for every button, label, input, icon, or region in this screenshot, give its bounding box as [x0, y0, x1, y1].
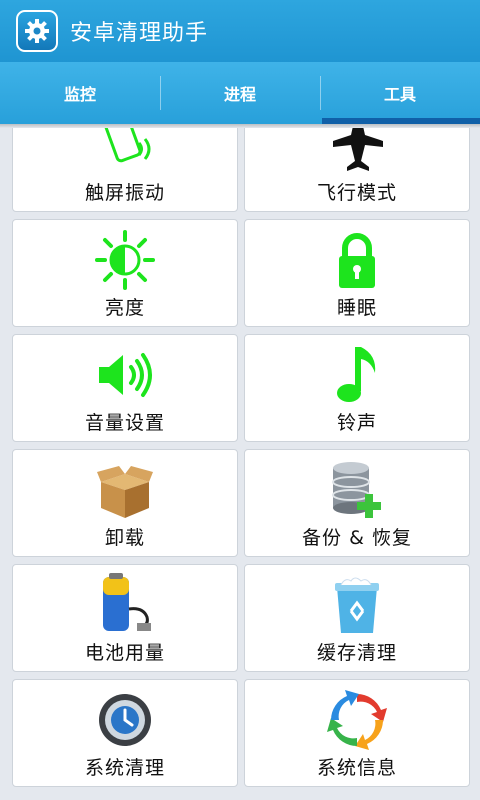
- tool-volume[interactable]: 音量设置: [12, 334, 238, 442]
- tool-label: 音量设置: [84, 412, 165, 434]
- refresh-icon: [325, 688, 389, 752]
- phone-vibrate-icon: [93, 128, 157, 177]
- tool-touch-vibration[interactable]: 触屏振动: [12, 128, 238, 212]
- tool-brightness[interactable]: 亮度: [12, 219, 238, 327]
- speaker-icon: [93, 343, 157, 407]
- tab-tools[interactable]: 工具: [320, 62, 480, 124]
- title-bar: 安卓清理助手: [0, 0, 480, 62]
- tool-label: 卸载: [104, 527, 145, 549]
- tool-ringtone[interactable]: 铃声: [244, 334, 470, 442]
- tab-monitor[interactable]: 监控: [0, 62, 160, 124]
- tool-battery-usage[interactable]: 电池用量: [12, 564, 238, 672]
- tool-uninstall[interactable]: 卸载: [12, 449, 238, 557]
- music-note-icon: [325, 343, 389, 407]
- tools-grid: 触屏振动 飞行模式 亮度 睡眠 音量设置 铃声 卸载 备份 & 恢复 电池用量 …: [0, 128, 480, 800]
- lock-icon: [325, 228, 389, 292]
- gear-icon: [16, 10, 58, 52]
- database-plus-icon: [325, 458, 389, 522]
- tool-label: 睡眠: [336, 297, 377, 319]
- tool-cache-clean[interactable]: 缓存清理: [244, 564, 470, 672]
- tool-system-clean[interactable]: 系统清理: [12, 679, 238, 787]
- tab-process[interactable]: 进程: [160, 62, 320, 124]
- tool-label: 备份 & 恢复: [302, 527, 412, 549]
- recycle-bin-icon: [325, 573, 389, 637]
- tool-label: 缓存清理: [316, 642, 397, 664]
- tab-bar: 监控 进程 工具: [0, 62, 480, 124]
- tool-label: 系统信息: [316, 757, 397, 779]
- airplane-icon: [325, 128, 389, 177]
- tool-label: 飞行模式: [316, 182, 397, 204]
- brightness-icon: [93, 228, 157, 292]
- tool-label: 触屏振动: [84, 182, 165, 204]
- tool-system-info[interactable]: 系统信息: [244, 679, 470, 787]
- tool-sleep[interactable]: 睡眠: [244, 219, 470, 327]
- app-title: 安卓清理助手: [70, 21, 209, 46]
- clock-icon: [93, 688, 157, 752]
- box-icon: [93, 458, 157, 522]
- tool-label: 铃声: [336, 412, 377, 434]
- tool-label: 亮度: [104, 297, 145, 319]
- battery-icon: [93, 573, 157, 637]
- tool-label: 电池用量: [84, 642, 165, 664]
- tool-label: 系统清理: [84, 757, 165, 779]
- tool-backup-restore[interactable]: 备份 & 恢复: [244, 449, 470, 557]
- tool-airplane-mode[interactable]: 飞行模式: [244, 128, 470, 212]
